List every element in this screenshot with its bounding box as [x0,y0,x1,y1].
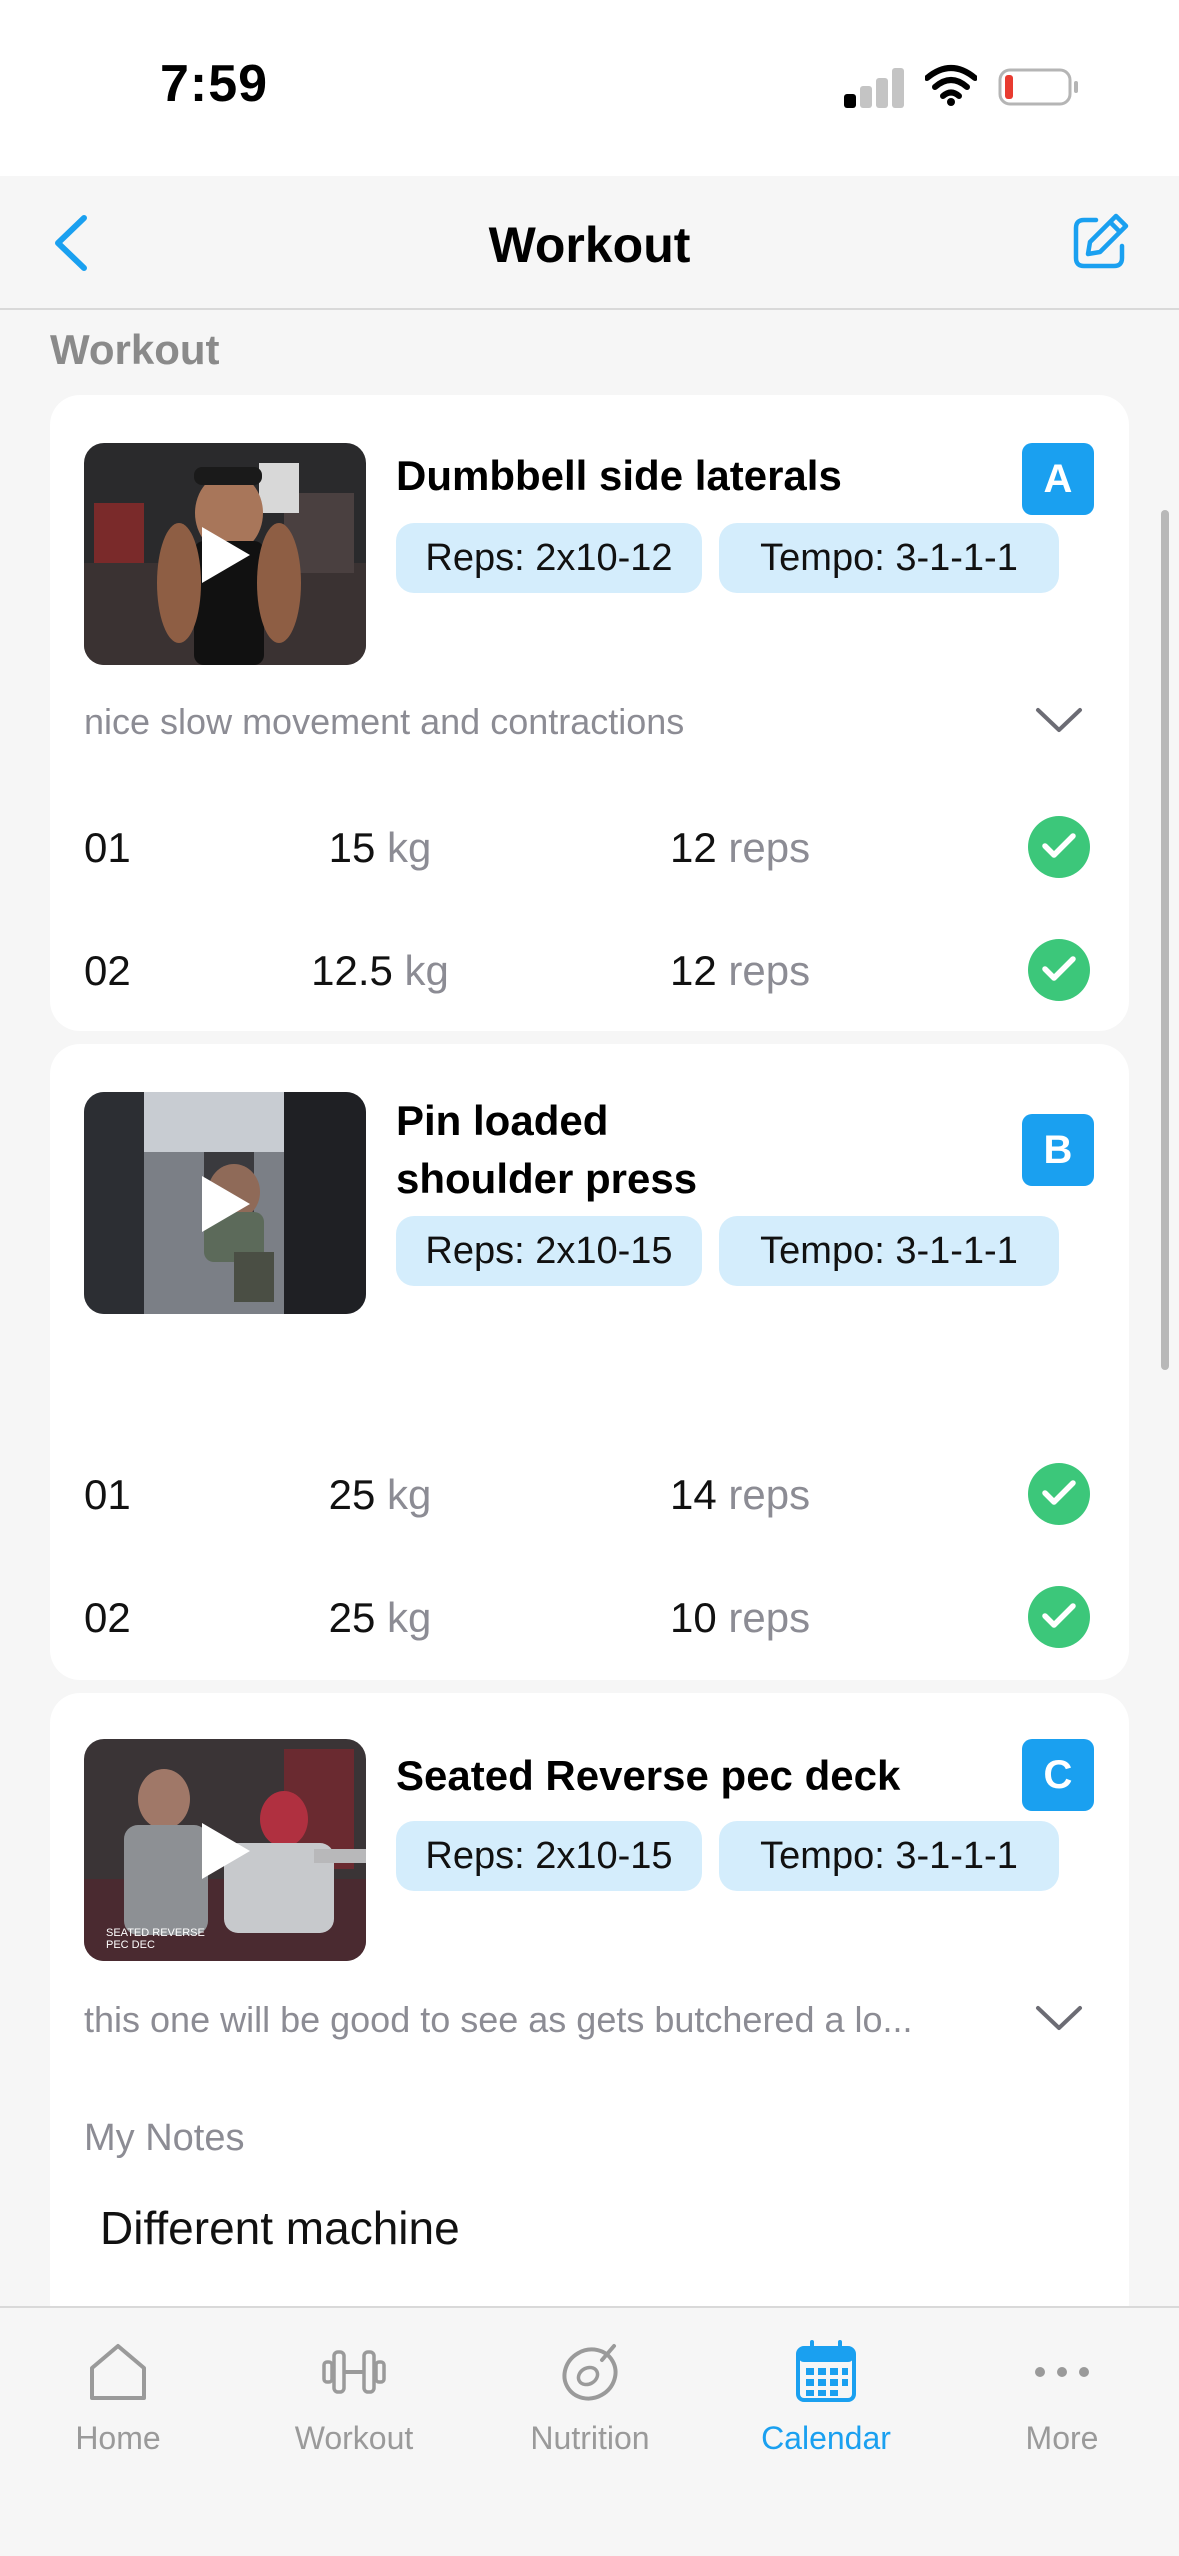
set-row: 01 15 kg 12 reps [50,808,1129,888]
reps-unit: reps [728,824,811,871]
exercise-video-thumbnail[interactable] [84,1092,366,1314]
coach-note: nice slow movement and contractions [84,701,685,742]
tab-label: Workout [294,2420,414,2456]
status-bar: 7:59 [0,0,1179,176]
cellular-signal-icon [844,66,906,108]
scrollbar[interactable] [1161,510,1169,1370]
set-complete-check-icon[interactable] [1028,1463,1090,1525]
weight-value: 12.5 [311,947,393,994]
tab-home[interactable]: Home [0,2308,236,2478]
tab-more[interactable]: More [944,2308,1179,2478]
video-caption-line-2: PEC DEC [106,1939,155,1951]
weight-unit: kg [404,947,449,994]
set-number: 02 [84,1594,131,1641]
exercise-card: Pin loaded shoulder press B Reps: 2x10-1… [50,1044,1129,1680]
tab-label: Nutrition [530,2420,650,2456]
superset-badge: C [1022,1739,1094,1811]
reps-value: 14 [670,1471,717,1518]
weight-value: 25 [328,1471,376,1518]
tab-calendar[interactable]: Calendar [708,2308,944,2478]
exercise-card: SEATED REVERSE PEC DEC Seated Reverse pe… [50,1693,1129,2333]
chevron-down-icon[interactable] [1034,705,1084,735]
tempo-pill: Tempo: 3-1-1-1 [719,1216,1059,1286]
tab-label: Home [75,2420,161,2456]
set-reps: 12 reps [670,947,810,995]
tab-label: Calendar [761,2420,891,2456]
navigation-bar: Workout [0,176,1179,310]
play-icon [202,1823,250,1879]
weight-unit: kg [387,1471,432,1518]
set-weight: 15 kg [230,824,530,872]
page-title: Workout [488,217,691,273]
exercise-title-line-2: shoulder press [396,1155,698,1202]
set-reps: 14 reps [670,1471,810,1519]
exercise-title: Pin loaded [396,1097,609,1144]
superset-badge: B [1022,1114,1094,1186]
set-number: 01 [84,824,131,871]
tab-label: More [1025,2420,1099,2456]
dumbbell-icon [322,2350,386,2394]
more-icon [1035,2367,1089,2377]
weight-value: 25 [328,1594,376,1641]
reps-pill: Reps: 2x10-15 [396,1216,702,1286]
tab-workout[interactable]: Workout [236,2308,472,2478]
chevron-down-icon[interactable] [1034,2003,1084,2033]
set-complete-check-icon[interactable] [1028,939,1090,1001]
video-caption-line-1: SEATED REVERSE [106,1927,205,1939]
set-weight: 25 kg [230,1594,530,1642]
exercise-card: Dumbbell side laterals A Reps: 2x10-12 T… [50,395,1129,1031]
tempo-pill: Tempo: 3-1-1-1 [719,523,1059,593]
exercise-video-thumbnail[interactable]: SEATED REVERSE PEC DEC [84,1739,366,1961]
calendar-icon [796,2340,856,2402]
reps-value: 12 [670,824,717,871]
set-complete-check-icon[interactable] [1028,1586,1090,1648]
weight-unit: kg [387,824,432,871]
set-reps: 10 reps [670,1594,810,1642]
home-icon [90,2344,146,2400]
status-time: 7:59 [160,55,269,113]
reps-pill: Reps: 2x10-12 [396,523,702,593]
set-weight: 12.5 kg [230,947,530,995]
reps-value: 10 [670,1594,717,1641]
set-row: 02 12.5 kg 12 reps [50,931,1129,1011]
set-row: 02 25 kg 10 reps [50,1578,1129,1658]
reps-pill: Reps: 2x10-15 [396,1821,702,1891]
exercise-title: Seated Reverse pec deck [396,1752,901,1799]
set-number: 02 [84,947,131,994]
reps-unit: reps [728,1594,811,1641]
reps-unit: reps [728,1471,811,1518]
section-label: Workout [50,326,220,373]
tab-nutrition[interactable]: Nutrition [472,2308,708,2478]
coach-note: this one will be good to see as gets but… [84,1999,913,2040]
superset-badge: A [1022,443,1094,515]
nutrition-icon [562,2344,618,2401]
weight-value: 15 [328,824,376,871]
reps-unit: reps [728,947,811,994]
reps-value: 12 [670,947,717,994]
wifi-icon [925,65,977,106]
video-caption: SEATED REVERSE PEC DEC [106,1927,205,1951]
set-row: 01 25 kg 14 reps [50,1455,1129,1535]
battery-icon [998,68,1078,106]
play-icon [202,1176,250,1232]
weight-unit: kg [387,1594,432,1641]
exercise-title: Dumbbell side laterals [396,452,842,499]
set-complete-check-icon[interactable] [1028,816,1090,878]
tab-bar: Home Workout Nutrition Calendar More [0,2306,1179,2556]
edit-icon[interactable] [1070,212,1130,272]
tempo-pill: Tempo: 3-1-1-1 [719,1821,1059,1891]
set-reps: 12 reps [670,824,810,872]
my-notes-input[interactable]: Different machine [100,2201,460,2255]
play-icon [202,527,250,583]
exercise-video-thumbnail[interactable] [84,443,366,665]
set-weight: 25 kg [230,1471,530,1519]
set-number: 01 [84,1471,131,1518]
my-notes-label: My Notes [84,2117,245,2159]
